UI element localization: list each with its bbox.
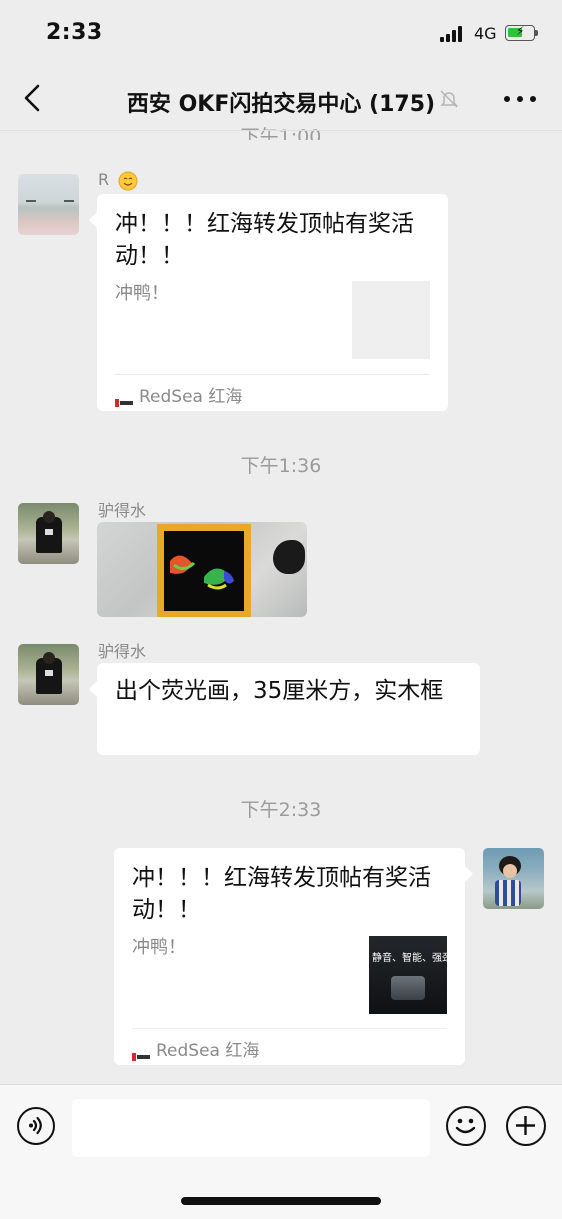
bell-slash-icon: [440, 90, 458, 108]
network-label: 4G: [474, 24, 497, 43]
emoji-icon[interactable]: [446, 1106, 486, 1146]
thumbnail-caption: 静音、智能、强劲: [372, 953, 447, 964]
message-text: 出个荧光画，35厘米方，实木框: [115, 678, 444, 704]
card-title: 冲！！！红海转发顶帖有奖活动！！: [132, 865, 431, 923]
card-description: 冲鸭！: [115, 283, 169, 304]
avatar[interactable]: [483, 848, 544, 909]
avatar[interactable]: [18, 644, 79, 705]
battery-icon: ⚡: [505, 24, 538, 41]
sender-name-text: R: [98, 170, 110, 189]
message-input[interactable]: [72, 1099, 430, 1157]
card-title: 冲！！！红海转发顶帖有奖活动！！: [115, 211, 414, 269]
plus-icon[interactable]: [506, 1106, 546, 1146]
sender-name: 驴得水: [98, 501, 147, 520]
sender-name: R: [98, 170, 138, 191]
timestamp: 下午2:33: [240, 799, 322, 821]
card-description: 冲鸭！: [132, 937, 186, 958]
signal-icon: [440, 26, 466, 42]
timestamp: 下午1:00: [0, 122, 562, 140]
voice-icon[interactable]: [17, 1107, 55, 1145]
shoe: [273, 540, 305, 574]
chat-header: 西安 OKF闪拍交易中心 (175): [0, 68, 562, 130]
card-source-text: RedSea 红海: [156, 1041, 260, 1061]
timestamp: 下午1:36: [240, 455, 322, 477]
pump-image: [391, 976, 425, 1000]
chat-title: 西安 OKF闪拍交易中心 (175): [126, 92, 436, 117]
emoji-smile-icon: [118, 171, 138, 190]
redsea-logo-icon: [132, 1046, 150, 1061]
card-source: RedSea 红海: [132, 1036, 259, 1061]
image-message[interactable]: [97, 522, 307, 617]
divider: [132, 1028, 447, 1029]
redsea-logo-icon: [115, 392, 133, 407]
card-source-text: RedSea 红海: [139, 387, 243, 407]
text-message[interactable]: 出个荧光画，35厘米方，实木框: [89, 663, 480, 755]
fish-painting-icon: [170, 555, 234, 590]
status-time: 2:33: [46, 20, 103, 45]
card-thumbnail: 静音、智能、强劲: [369, 936, 447, 1014]
link-card[interactable]: 冲！！！红海转发顶帖有奖活动！！ 冲鸭！ 静音、智能、强劲 RedSea 红海: [114, 848, 473, 1065]
sender-name: 驴得水: [98, 642, 147, 661]
avatar[interactable]: [18, 503, 79, 564]
painting: [164, 531, 244, 611]
avatar[interactable]: [18, 174, 79, 235]
header-divider: [0, 130, 562, 131]
card-thumbnail: [352, 281, 430, 359]
card-source: RedSea 红海: [115, 382, 242, 407]
home-indicator[interactable]: [181, 1197, 381, 1205]
timestamp-text: 下午1:00: [240, 126, 322, 140]
divider: [115, 374, 430, 375]
status-bar: 2:33 4G ⚡: [0, 0, 562, 68]
more-icon[interactable]: [504, 96, 536, 104]
painting-frame: [157, 524, 251, 617]
link-card[interactable]: 冲！！！红海转发顶帖有奖活动！！ 冲鸭！ RedSea 红海: [89, 194, 448, 411]
